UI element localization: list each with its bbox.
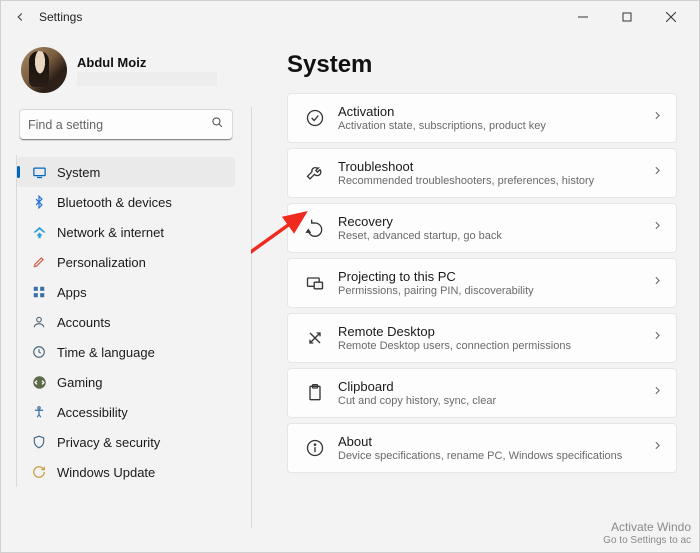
sidebar-item-time[interactable]: Time & language — [17, 337, 235, 367]
arrow-left-icon — [13, 10, 27, 24]
paintbrush-icon — [31, 254, 47, 270]
system-icon — [31, 164, 47, 180]
card-sub: Remote Desktop users, connection permiss… — [338, 340, 647, 352]
remote-icon — [296, 328, 334, 348]
sidebar-item-label: Privacy & security — [57, 435, 160, 450]
sidebar-item-apps[interactable]: Apps — [17, 277, 235, 307]
card-title: Projecting to this PC — [338, 269, 647, 284]
sidebar-item-accounts[interactable]: Accounts — [17, 307, 235, 337]
sidebar-item-personalization[interactable]: Personalization — [17, 247, 235, 277]
maximize-button[interactable] — [605, 3, 649, 31]
chevron-right-icon — [651, 384, 664, 402]
card-sub: Cut and copy history, sync, clear — [338, 395, 647, 407]
recovery-icon — [296, 218, 334, 238]
sidebar-item-update[interactable]: Windows Update — [17, 457, 235, 487]
sidebar-scrollbar[interactable] — [242, 155, 245, 487]
sidebar-item-gaming[interactable]: Gaming — [17, 367, 235, 397]
wrench-icon — [296, 163, 334, 183]
sidebar-item-label: Windows Update — [57, 465, 155, 480]
window-title: Settings — [39, 10, 82, 24]
settings-window: Settings Abdul Moiz — [0, 0, 700, 553]
card-sub: Permissions, pairing PIN, discoverabilit… — [338, 285, 647, 297]
info-circle-icon — [296, 438, 334, 458]
card-title: Troubleshoot — [338, 159, 647, 174]
minimize-icon — [578, 12, 588, 22]
bluetooth-icon — [31, 194, 47, 210]
profile-name: Abdul Moiz — [77, 55, 217, 70]
card-about[interactable]: About Device specifications, rename PC, … — [287, 423, 677, 473]
card-title: Clipboard — [338, 379, 647, 394]
card-title: About — [338, 434, 647, 449]
chevron-right-icon — [651, 109, 664, 127]
card-title: Recovery — [338, 214, 647, 229]
close-button[interactable] — [649, 3, 693, 31]
sidebar-item-system[interactable]: System — [17, 157, 235, 187]
sidebar-item-label: Apps — [57, 285, 87, 300]
update-icon — [31, 464, 47, 480]
accounts-icon — [31, 314, 47, 330]
sidebar-item-label: Accounts — [57, 315, 110, 330]
avatar — [21, 47, 67, 93]
settings-cards: Activation Activation state, subscriptio… — [287, 93, 677, 473]
card-sub: Reset, advanced startup, go back — [338, 230, 647, 242]
search-box[interactable] — [19, 109, 233, 141]
main-content: System Activation Activation state, subs… — [251, 33, 699, 552]
card-troubleshoot[interactable]: Troubleshoot Recommended troubleshooters… — [287, 148, 677, 198]
main-divider — [251, 107, 252, 528]
card-sub: Device specifications, rename PC, Window… — [338, 450, 647, 462]
accessibility-icon — [31, 404, 47, 420]
sidebar-item-network[interactable]: Network & internet — [17, 217, 235, 247]
sidebar: Abdul Moiz System Bluetooth & devices — [1, 33, 251, 552]
activation-watermark: Activate Windo Go to Settings to ac — [603, 520, 691, 548]
profile-block[interactable]: Abdul Moiz — [21, 47, 241, 93]
sidebar-item-label: System — [57, 165, 100, 180]
chevron-right-icon — [651, 219, 664, 237]
card-remotedesktop[interactable]: Remote Desktop Remote Desktop users, con… — [287, 313, 677, 363]
card-activation[interactable]: Activation Activation state, subscriptio… — [287, 93, 677, 143]
sidebar-item-bluetooth[interactable]: Bluetooth & devices — [17, 187, 235, 217]
sidebar-item-label: Network & internet — [57, 225, 164, 240]
minimize-button[interactable] — [561, 3, 605, 31]
watermark-line2: Go to Settings to ac — [603, 534, 691, 548]
gaming-icon — [31, 374, 47, 390]
sidebar-item-accessibility[interactable]: Accessibility — [17, 397, 235, 427]
card-recovery[interactable]: Recovery Reset, advanced startup, go bac… — [287, 203, 677, 253]
search-input[interactable] — [28, 118, 211, 132]
card-title: Remote Desktop — [338, 324, 647, 339]
shield-icon — [31, 434, 47, 450]
wifi-icon — [31, 224, 47, 240]
search-icon — [211, 116, 224, 134]
card-sub: Recommended troubleshooters, preferences… — [338, 175, 647, 187]
card-projecting[interactable]: Projecting to this PC Permissions, pairi… — [287, 258, 677, 308]
sidebar-item-label: Personalization — [57, 255, 146, 270]
card-clipboard[interactable]: Clipboard Cut and copy history, sync, cl… — [287, 368, 677, 418]
nav-list: System Bluetooth & devices Network & int… — [16, 155, 241, 487]
sidebar-item-label: Accessibility — [57, 405, 128, 420]
clock-icon — [31, 344, 47, 360]
chevron-right-icon — [651, 274, 664, 292]
chevron-right-icon — [651, 439, 664, 457]
sidebar-item-label: Gaming — [57, 375, 103, 390]
profile-subline — [77, 72, 217, 86]
chevron-right-icon — [651, 164, 664, 182]
sidebar-item-privacy[interactable]: Privacy & security — [17, 427, 235, 457]
page-title: System — [287, 51, 677, 79]
checkmark-circle-icon — [296, 108, 334, 128]
titlebar: Settings — [1, 1, 699, 33]
sidebar-item-label: Time & language — [57, 345, 155, 360]
maximize-icon — [622, 12, 632, 22]
chevron-right-icon — [651, 329, 664, 347]
sidebar-item-label: Bluetooth & devices — [57, 195, 172, 210]
projecting-icon — [296, 273, 334, 293]
watermark-line1: Activate Windo — [603, 520, 691, 534]
close-icon — [666, 12, 676, 22]
clipboard-icon — [296, 383, 334, 403]
card-sub: Activation state, subscriptions, product… — [338, 120, 647, 132]
apps-icon — [31, 284, 47, 300]
card-title: Activation — [338, 104, 647, 119]
back-button[interactable] — [11, 8, 29, 26]
